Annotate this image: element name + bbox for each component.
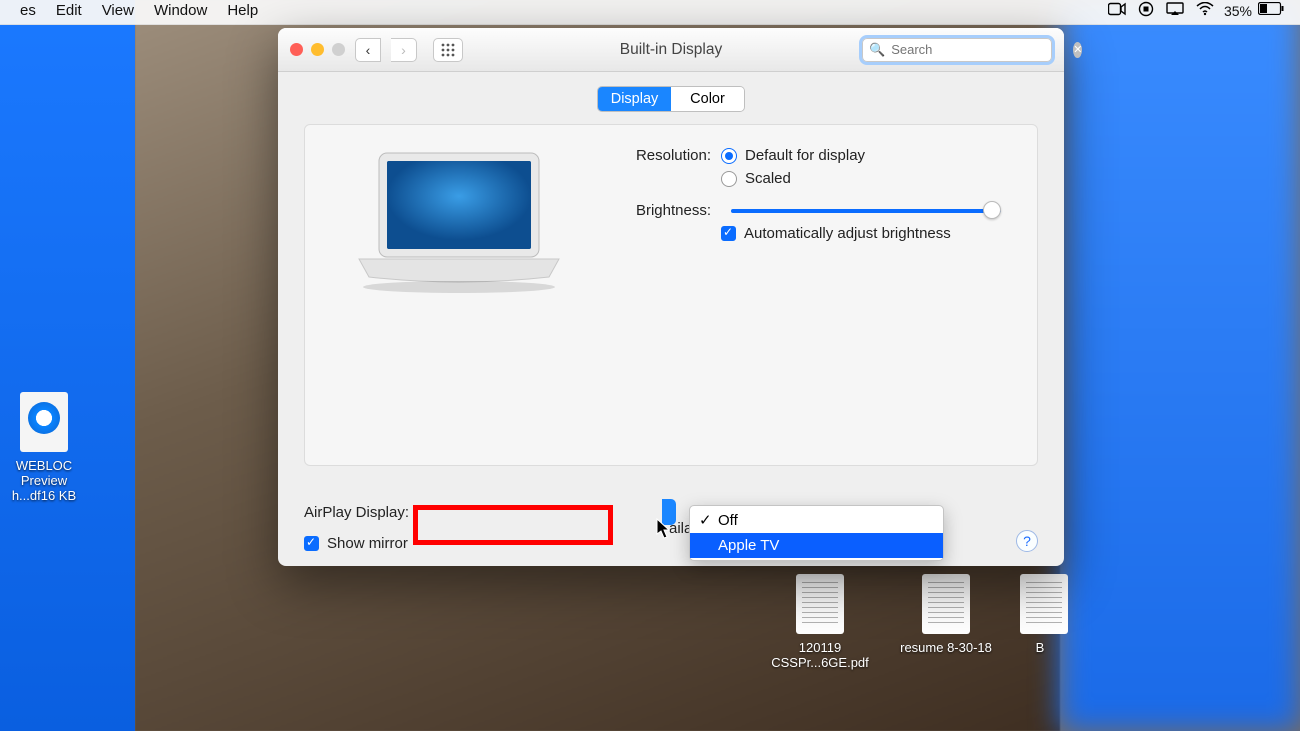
stop-record-icon[interactable] xyxy=(1132,1,1160,21)
auto-brightness-checkbox[interactable] xyxy=(721,226,736,241)
desktop-right-blur xyxy=(1060,0,1300,731)
brightness-slider[interactable] xyxy=(731,201,1001,219)
airplay-dropdown-menu: ✓ Off Apple TV xyxy=(689,505,944,561)
desktop-icon-pdf-1[interactable]: 120119 CSSPr...6GE.pdf xyxy=(770,574,870,670)
tab-color[interactable]: Color xyxy=(671,87,744,111)
webloc-ext: WEBLOC xyxy=(0,458,94,473)
traffic-lights xyxy=(290,43,345,56)
window-titlebar[interactable]: ‹ › Built-in Display 🔍 ✕ xyxy=(278,28,1064,72)
menu-view[interactable]: View xyxy=(92,2,144,19)
tab-display[interactable]: Display xyxy=(598,87,671,111)
file-label: resume 8-30-18 xyxy=(896,640,996,655)
laptop-illustration xyxy=(329,147,589,443)
clear-icon[interactable]: ✕ xyxy=(1073,42,1082,58)
desktop-left-strip xyxy=(0,0,135,731)
airplay-option-off-label: Off xyxy=(718,512,738,529)
desktop-icon-partial[interactable]: B xyxy=(1020,574,1060,655)
search-icon: 🔍 xyxy=(869,42,885,58)
menu-app[interactable]: es xyxy=(10,2,46,19)
webloc-name: Preview xyxy=(0,473,94,488)
show-mirroring-label: Show mirror xyxy=(327,535,408,552)
close-button[interactable] xyxy=(290,43,303,56)
radio-default-label: Default for display xyxy=(745,147,865,164)
search-input[interactable] xyxy=(891,42,1067,57)
wifi-icon[interactable] xyxy=(1190,2,1220,20)
file-label: B xyxy=(1020,640,1060,655)
airplay-option-appletv-label: Apple TV xyxy=(718,537,779,554)
zoom-button[interactable] xyxy=(332,43,345,56)
show-all-button[interactable] xyxy=(433,38,463,62)
radio-scaled-label: Scaled xyxy=(745,170,791,187)
menu-help[interactable]: Help xyxy=(217,2,268,19)
resolution-label: Resolution: xyxy=(613,147,711,164)
webloc-size: h...df16 KB xyxy=(0,488,94,503)
airplay-dropdown[interactable] xyxy=(415,499,675,525)
radio-scaled[interactable] xyxy=(721,171,737,187)
brightness-label: Brightness: xyxy=(613,202,711,219)
search-field[interactable]: 🔍 ✕ xyxy=(862,38,1052,62)
battery-percent[interactable]: 35% xyxy=(1220,3,1252,19)
back-button[interactable]: ‹ xyxy=(355,38,381,62)
airplay-label: AirPlay Display: xyxy=(304,504,409,521)
facetime-icon[interactable] xyxy=(1102,2,1132,20)
battery-icon[interactable] xyxy=(1252,2,1290,19)
help-button[interactable]: ? xyxy=(1016,530,1038,552)
show-mirroring-checkbox[interactable] xyxy=(304,536,319,551)
radio-default[interactable] xyxy=(721,148,737,164)
menu-edit[interactable]: Edit xyxy=(46,2,92,19)
menu-bar: es Edit View Window Help 35% xyxy=(0,0,1300,25)
checkmark-icon: ✓ xyxy=(699,511,712,529)
airplay-option-appletv[interactable]: Apple TV xyxy=(690,533,943,558)
tab-bar: Display Color xyxy=(597,86,745,112)
system-preferences-window: ‹ › Built-in Display 🔍 ✕ Display Color xyxy=(278,28,1064,566)
forward-button: › xyxy=(391,38,417,62)
airplay-icon[interactable] xyxy=(1160,2,1190,20)
file-label: 120119 CSSPr...6GE.pdf xyxy=(770,640,870,670)
display-panel: Resolution: Default for display Scaled B… xyxy=(304,124,1038,466)
desktop-icon-pdf-2[interactable]: resume 8-30-18 xyxy=(896,574,996,655)
minimize-button[interactable] xyxy=(311,43,324,56)
desktop-icon-webloc[interactable]: WEBLOC Preview h...df16 KB xyxy=(0,392,94,503)
menu-window[interactable]: Window xyxy=(144,2,217,19)
mouse-cursor xyxy=(656,518,672,540)
airplay-option-off[interactable]: ✓ Off xyxy=(690,508,943,533)
auto-brightness-label: Automatically adjust brightness xyxy=(744,225,951,242)
